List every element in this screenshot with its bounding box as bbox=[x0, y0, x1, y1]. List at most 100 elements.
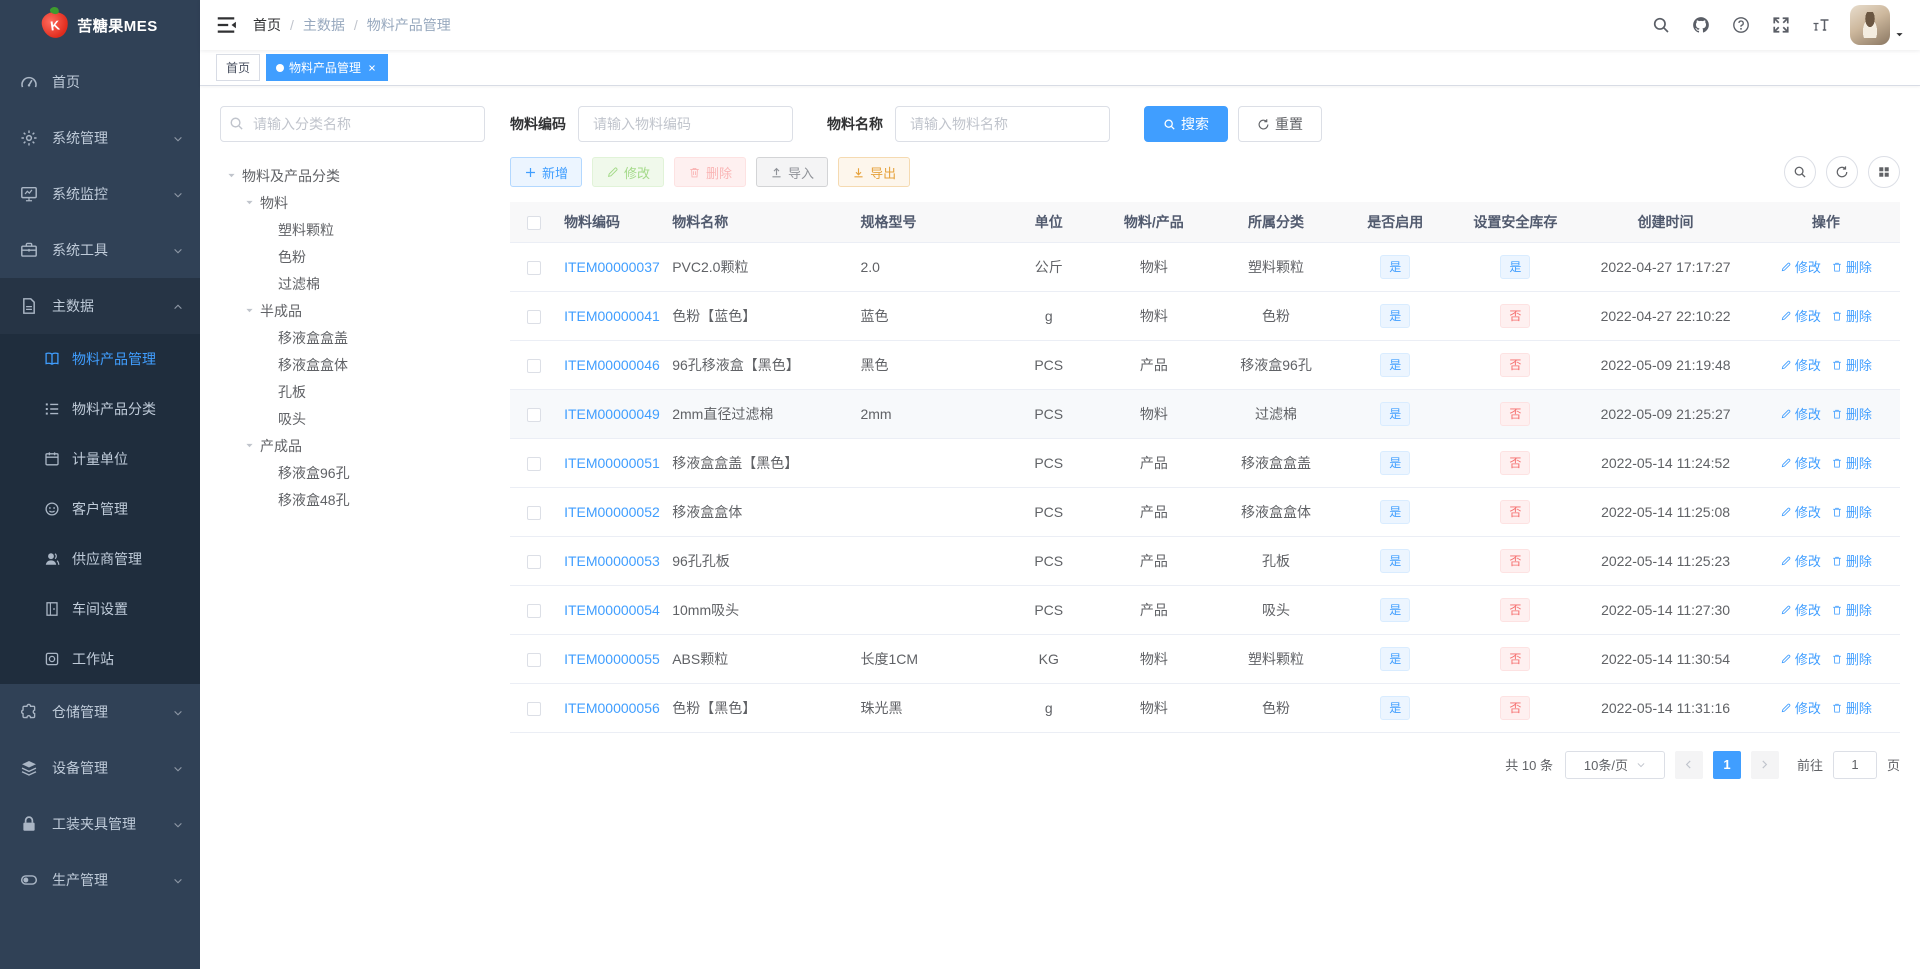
goto-page-input[interactable] bbox=[1832, 750, 1877, 779]
breadcrumb-masterdata[interactable]: 主数据 bbox=[303, 15, 345, 35]
breadcrumb-home[interactable]: 首页 bbox=[253, 15, 281, 35]
page-number-1[interactable]: 1 bbox=[1712, 750, 1741, 779]
row-edit-link[interactable]: 修改 bbox=[1780, 404, 1821, 423]
material-code-link[interactable]: ITEM00000041 bbox=[564, 308, 660, 324]
close-icon[interactable] bbox=[366, 62, 378, 74]
row-edit-link[interactable]: 修改 bbox=[1780, 649, 1821, 668]
tree-node[interactable]: 移液盒96孔 bbox=[220, 459, 485, 486]
row-edit-link[interactable]: 修改 bbox=[1780, 257, 1821, 276]
row-checkbox[interactable] bbox=[527, 554, 542, 569]
material-code-link[interactable]: ITEM00000056 bbox=[564, 700, 660, 716]
row-edit-link[interactable]: 修改 bbox=[1780, 306, 1821, 325]
material-code-link[interactable]: ITEM00000052 bbox=[564, 504, 660, 520]
caret-down-icon[interactable] bbox=[238, 439, 260, 453]
row-checkbox[interactable] bbox=[527, 309, 542, 324]
sidebar-item-system-mgmt[interactable]: 系统管理 bbox=[0, 110, 200, 166]
row-delete-link[interactable]: 删除 bbox=[1831, 698, 1872, 717]
sidebar-item-workstation[interactable]: 工作站 bbox=[0, 634, 200, 684]
row-delete-link[interactable]: 删除 bbox=[1831, 502, 1872, 521]
row-delete-link[interactable]: 删除 bbox=[1831, 453, 1872, 472]
logo[interactable]: K 苦糖果MES bbox=[0, 0, 200, 50]
search-icon[interactable] bbox=[1644, 8, 1678, 42]
search-button[interactable]: 搜索 bbox=[1144, 106, 1228, 142]
tree-node[interactable]: 过滤棉 bbox=[220, 270, 485, 297]
sidebar-item-system-tools[interactable]: 系统工具 bbox=[0, 222, 200, 278]
row-checkbox[interactable] bbox=[527, 260, 542, 275]
add-button[interactable]: 新增 bbox=[510, 157, 583, 187]
tree-node[interactable]: 色粉 bbox=[220, 243, 485, 270]
tree-node[interactable]: 物料及产品分类 bbox=[220, 162, 485, 189]
font-size-icon[interactable] bbox=[1804, 8, 1838, 42]
sidebar-item-material-product-category[interactable]: 物料产品分类 bbox=[0, 384, 200, 434]
tree-node[interactable]: 物料 bbox=[220, 189, 485, 216]
edit-button[interactable]: 修改 bbox=[592, 157, 665, 187]
refresh-button[interactable] bbox=[1826, 156, 1858, 188]
delete-button[interactable]: 删除 bbox=[674, 157, 747, 187]
caret-down-icon[interactable] bbox=[238, 196, 260, 210]
row-edit-link[interactable]: 修改 bbox=[1780, 600, 1821, 619]
tree-node[interactable]: 塑料颗粒 bbox=[220, 216, 485, 243]
sidebar-item-home[interactable]: 首页 bbox=[0, 54, 200, 110]
tree-node[interactable]: 移液盒盒体 bbox=[220, 351, 485, 378]
material-code-link[interactable]: ITEM00000049 bbox=[564, 406, 660, 422]
material-code-link[interactable]: ITEM00000046 bbox=[564, 357, 660, 373]
sidebar-item-fixture-mgmt[interactable]: 工装夹具管理 bbox=[0, 796, 200, 852]
tree-node[interactable]: 产成品 bbox=[220, 432, 485, 459]
tab-material-product-mgmt[interactable]: 物料产品管理 bbox=[266, 54, 389, 81]
tree-node[interactable]: 孔板 bbox=[220, 378, 485, 405]
row-checkbox[interactable] bbox=[527, 701, 542, 716]
sidebar-item-supplier-mgmt[interactable]: 供应商管理 bbox=[0, 534, 200, 584]
sidebar-item-equipment-mgmt[interactable]: 设备管理 bbox=[0, 740, 200, 796]
tree-node[interactable]: 半成品 bbox=[220, 297, 485, 324]
sidebar-item-system-monitor[interactable]: 系统监控 bbox=[0, 166, 200, 222]
row-edit-link[interactable]: 修改 bbox=[1780, 551, 1821, 570]
tree-node[interactable]: 移液盒48孔 bbox=[220, 486, 485, 513]
user-menu[interactable] bbox=[1850, 5, 1905, 45]
row-checkbox[interactable] bbox=[527, 652, 542, 667]
sidebar-item-material-product-mgmt[interactable]: 物料产品管理 bbox=[0, 334, 200, 384]
tree-node[interactable]: 吸头 bbox=[220, 405, 485, 432]
sidebar-item-master-data[interactable]: 主数据 bbox=[0, 278, 200, 334]
reset-button[interactable]: 重置 bbox=[1238, 106, 1322, 142]
import-button[interactable]: 导入 bbox=[756, 157, 829, 187]
sidebar-item-customer-mgmt[interactable]: 客户管理 bbox=[0, 484, 200, 534]
material-code-link[interactable]: ITEM00000054 bbox=[564, 602, 660, 618]
toggle-search-button[interactable] bbox=[1784, 156, 1816, 188]
row-delete-link[interactable]: 删除 bbox=[1831, 355, 1872, 374]
next-page-button[interactable] bbox=[1750, 750, 1779, 779]
row-edit-link[interactable]: 修改 bbox=[1780, 502, 1821, 521]
material-code-link[interactable]: ITEM00000055 bbox=[564, 651, 660, 667]
tree-node[interactable]: 移液盒盒盖 bbox=[220, 324, 485, 351]
row-checkbox[interactable] bbox=[527, 456, 542, 471]
hamburger-icon[interactable] bbox=[215, 14, 237, 36]
row-checkbox[interactable] bbox=[527, 358, 542, 373]
sidebar-item-production-mgmt[interactable]: 生产管理 bbox=[0, 852, 200, 908]
material-code-link[interactable]: ITEM00000037 bbox=[564, 259, 660, 275]
export-button[interactable]: 导出 bbox=[838, 157, 911, 187]
row-edit-link[interactable]: 修改 bbox=[1780, 355, 1821, 374]
select-all-checkbox[interactable] bbox=[527, 215, 542, 230]
material-code-input[interactable] bbox=[578, 106, 793, 142]
row-checkbox[interactable] bbox=[527, 505, 542, 520]
page-size-select[interactable]: 10条/页 bbox=[1564, 750, 1665, 779]
row-delete-link[interactable]: 删除 bbox=[1831, 306, 1872, 325]
row-delete-link[interactable]: 删除 bbox=[1831, 404, 1872, 423]
material-code-link[interactable]: ITEM00000051 bbox=[564, 455, 660, 471]
question-icon[interactable] bbox=[1724, 8, 1758, 42]
columns-grid-button[interactable] bbox=[1868, 156, 1900, 188]
row-delete-link[interactable]: 删除 bbox=[1831, 257, 1872, 276]
sidebar-item-measure-unit[interactable]: 计量单位 bbox=[0, 434, 200, 484]
material-code-link[interactable]: ITEM00000053 bbox=[564, 553, 660, 569]
row-delete-link[interactable]: 删除 bbox=[1831, 551, 1872, 570]
prev-page-button[interactable] bbox=[1674, 750, 1703, 779]
tab-home[interactable]: 首页 bbox=[216, 54, 261, 81]
material-name-input[interactable] bbox=[895, 106, 1110, 142]
row-checkbox[interactable] bbox=[527, 407, 542, 422]
row-delete-link[interactable]: 删除 bbox=[1831, 649, 1872, 668]
caret-down-icon[interactable] bbox=[220, 169, 242, 183]
fullscreen-icon[interactable] bbox=[1764, 8, 1798, 42]
row-edit-link[interactable]: 修改 bbox=[1780, 453, 1821, 472]
row-edit-link[interactable]: 修改 bbox=[1780, 698, 1821, 717]
row-delete-link[interactable]: 删除 bbox=[1831, 600, 1872, 619]
sidebar-item-workshop-setting[interactable]: 车间设置 bbox=[0, 584, 200, 634]
